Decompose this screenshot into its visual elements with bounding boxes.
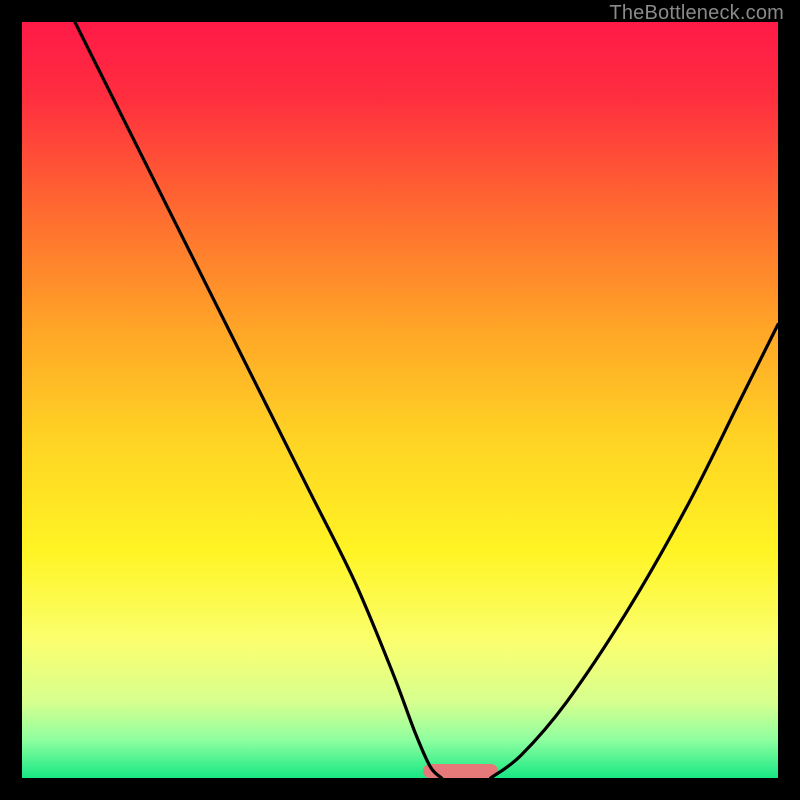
chart-stage: TheBottleneck.com bbox=[0, 0, 800, 800]
curve-right-branch bbox=[491, 324, 778, 778]
plot-area bbox=[22, 22, 778, 778]
curve-left-branch bbox=[75, 22, 442, 778]
bottleneck-curves bbox=[22, 22, 778, 778]
